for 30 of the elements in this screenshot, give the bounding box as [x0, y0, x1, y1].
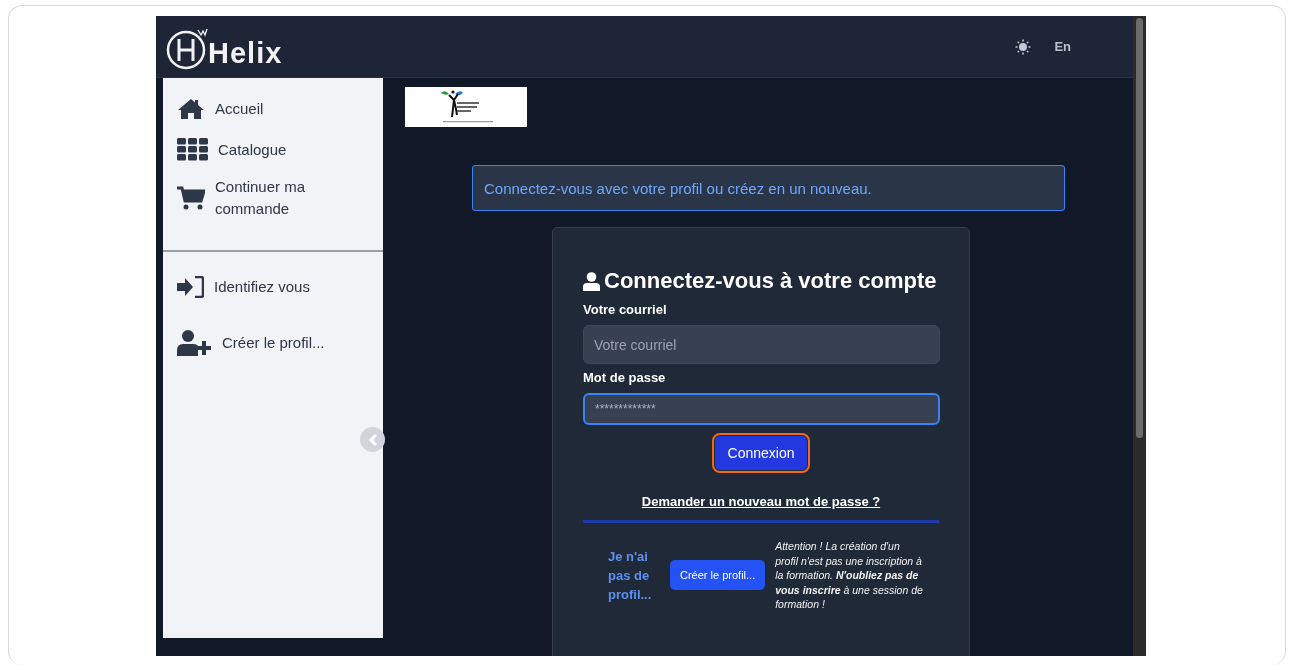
card-title: Connectez-vous à votre compte: [604, 268, 937, 294]
sidebar-item[interactable]: Identifiez vous: [163, 276, 383, 298]
sidebar-item[interactable]: Accueil: [163, 98, 383, 120]
collapse-button[interactable]: [360, 427, 385, 452]
field-label: Votre courriel: [583, 302, 667, 317]
brand-name: Helix: [208, 37, 283, 70]
warning-note: Attention ! La création d'un profil n'est pas une inscription à la formation. N'oubliez pas de vous inscrire à une session de formation !: [775, 539, 924, 612]
scrollbar-thumb[interactable]: [1136, 18, 1143, 438]
create-profile-button[interactable]: Créer le profil...: [670, 560, 766, 591]
no-profile-text: Je n'ai pas de profil...: [608, 547, 653, 604]
user-icon: [583, 271, 600, 291]
sidebar-item[interactable]: Continuer ma commande: [163, 176, 383, 220]
home-icon: [177, 98, 205, 120]
sign-in-icon: [177, 276, 204, 298]
language-link[interactable]: En: [1054, 39, 1071, 54]
chevron-left-icon: [367, 432, 378, 447]
helix-logo-icon: [166, 26, 208, 70]
sidebar-item[interactable]: Créer le profil...: [163, 330, 383, 356]
scrollbar[interactable]: [1133, 16, 1146, 656]
sidebar-item[interactable]: Catalogue: [163, 138, 383, 161]
login-button[interactable]: Connexion: [714, 436, 808, 470]
info-alert: Connectez-vous avec votre profil ou créez en un nouveau.: [472, 165, 1065, 211]
email-field[interactable]: Votre courriel: [583, 325, 940, 364]
field-label: Mot de passe: [583, 370, 666, 385]
add-user-icon: [177, 330, 212, 356]
password-field[interactable]: *************: [583, 393, 940, 425]
theme-sun-icon[interactable]: [1015, 38, 1032, 55]
cart-icon: [177, 186, 205, 210]
forgot-password-link[interactable]: Demander un nouveau mot de passe ?: [641, 494, 881, 509]
grid-icon: [177, 138, 208, 161]
